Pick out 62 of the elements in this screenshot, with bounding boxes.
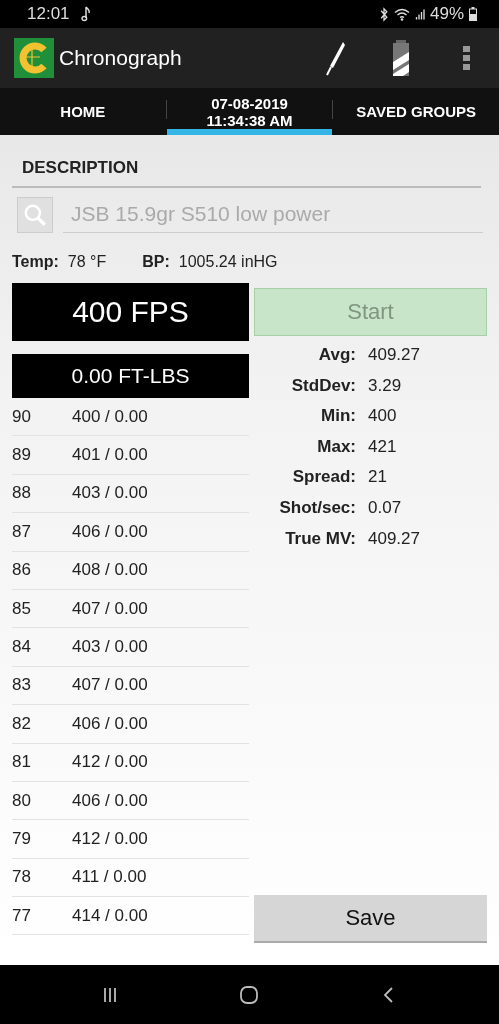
tab[interactable]: SAVED GROUPS <box>333 88 499 135</box>
home-icon[interactable] <box>239 984 260 1005</box>
shot-number: 89 <box>12 445 32 466</box>
shot-reading: 403 / 0.00 <box>72 483 148 504</box>
stat-value: 21 <box>368 467 388 488</box>
shot-number: 81 <box>12 752 32 773</box>
shot-reading: 414 / 0.00 <box>72 905 148 926</box>
status-time: 12:01 <box>27 4 70 24</box>
section-heading: DESCRIPTION <box>21 157 140 178</box>
shot-reading: 412 / 0.00 <box>72 752 148 773</box>
shot-number: 79 <box>12 829 32 849</box>
shot-reading: 411 / 0.00 <box>72 867 147 888</box>
stat-label: Spread: <box>291 467 356 488</box>
shot-number: 85 <box>12 598 32 619</box>
shot-number: 78 <box>12 867 32 888</box>
wifi-icon <box>393 6 410 22</box>
shot-number: 88 <box>12 483 32 504</box>
shot-reading: 400 / 0.00 <box>72 406 148 427</box>
stat-value: 400 <box>368 406 398 427</box>
shot-number: 90 <box>12 406 32 427</box>
battery-icon <box>469 7 477 21</box>
shot-reading: 412 / 0.00 <box>72 829 148 849</box>
stat-value: 409.27 <box>368 345 421 365</box>
stat-value: 409.27 <box>368 528 421 549</box>
stat-label: Max: <box>316 436 356 457</box>
stat-value: 421 <box>368 436 398 457</box>
description-field[interactable]: JSB 15.9gr S510 low power <box>63 196 483 233</box>
stat-label: Min: <box>320 406 356 427</box>
shot-reading: 406 / 0.00 <box>72 790 148 811</box>
tab[interactable]: HOME <box>0 88 166 135</box>
shot-number: 83 <box>12 675 32 696</box>
bluetooth-icon <box>378 6 389 22</box>
stat-label: StdDev: <box>290 375 356 396</box>
velocity-display: 400 FPS <box>12 283 249 341</box>
save-button[interactable]: Save <box>254 895 487 943</box>
shot-number: 77 <box>12 905 32 926</box>
shot-number: 86 <box>12 560 32 581</box>
music-note-icon <box>80 6 91 22</box>
shot-reading: 406 / 0.00 <box>72 713 148 734</box>
shot-reading: 408 / 0.00 <box>72 560 148 581</box>
stat-value: 3.29 <box>368 375 403 396</box>
app-logo-icon <box>14 38 54 78</box>
shot-reading: 407 / 0.00 <box>72 598 148 619</box>
shot-reading: 406 / 0.00 <box>72 521 148 542</box>
condition-label: BP: <box>142 253 170 271</box>
stat-label: Shot/sec: <box>278 497 356 518</box>
condition-value: 78 °F <box>67 253 107 271</box>
energy-display: 0.00 FT-LBS <box>12 354 249 398</box>
shot-reading: 407 / 0.00 <box>72 675 148 696</box>
shot-reading: 401 / 0.00 <box>72 445 148 466</box>
shot-number: 84 <box>12 637 32 658</box>
condition-label: Temp: <box>12 253 59 271</box>
shot-number: 82 <box>12 713 32 734</box>
shot-reading: 403 / 0.00 <box>72 637 148 658</box>
condition-value: 1005.24 inHG <box>178 253 278 271</box>
shot-number: 87 <box>12 521 32 542</box>
battery-percent: 49% <box>429 4 464 24</box>
app-title: Chronograph <box>59 46 182 70</box>
shot-number: 80 <box>12 790 32 811</box>
stat-label: True MV: <box>284 528 356 549</box>
stat-label: Avg: <box>317 345 356 365</box>
stat-value: 0.07 <box>368 497 403 518</box>
